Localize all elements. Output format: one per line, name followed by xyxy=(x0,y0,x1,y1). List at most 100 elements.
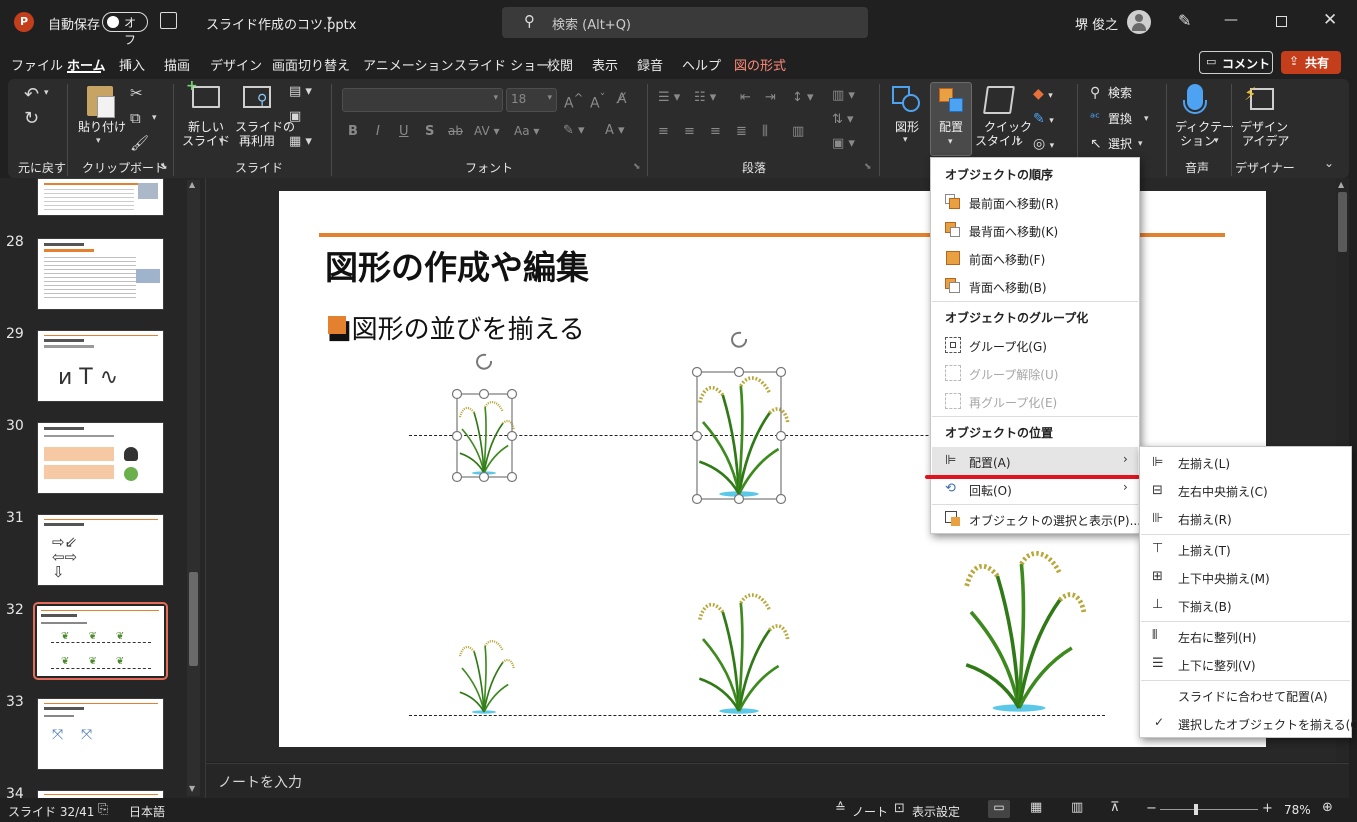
quick-styles-label-1[interactable]: クイック xyxy=(984,120,1032,135)
reuse-slide-label-1[interactable]: スライドの xyxy=(235,120,295,135)
tab-transitions[interactable]: 画面切り替え xyxy=(272,55,350,74)
display-settings[interactable]: 表示設定 xyxy=(912,803,960,820)
tab-help[interactable]: ヘルプ xyxy=(682,55,721,74)
section-icon[interactable]: ▦ ▾ xyxy=(289,134,312,149)
tab-review[interactable]: 校閲 xyxy=(547,55,573,74)
dictate-label-1[interactable]: ディクテー xyxy=(1175,120,1234,135)
find-label[interactable]: 検索 xyxy=(1108,86,1132,101)
paste-label[interactable]: 貼り付け xyxy=(78,120,126,135)
tab-design[interactable]: デザイン xyxy=(210,55,262,74)
cut-icon[interactable]: ✂ xyxy=(130,84,143,102)
arrange-button[interactable]: 配置 ▾ xyxy=(930,82,972,156)
shape-outline-icon[interactable]: ✎ ▾ xyxy=(1033,111,1054,127)
zoom-out-icon[interactable]: − xyxy=(1146,801,1157,816)
font-size-dropdown[interactable]: 18 ▾ xyxy=(506,88,557,112)
scroll-thumb[interactable] xyxy=(189,572,198,666)
bullets-icon[interactable]: ☰ ▾ xyxy=(658,90,680,105)
columns-icon[interactable]: ▥ ▾ xyxy=(832,88,855,103)
bring-forward-item[interactable]: 前面へ移動(F) xyxy=(969,251,1045,268)
align-item-highlight[interactable] xyxy=(932,447,1138,475)
slide-thumbnail-29[interactable]: ᴎ T ∿ xyxy=(37,330,164,402)
search-box[interactable]: ⚲ 検索 (Alt+Q) xyxy=(502,7,868,38)
bold-icon[interactable]: B xyxy=(348,124,358,139)
regroup-item[interactable]: 再グループ化(E) xyxy=(969,394,1057,411)
language[interactable]: 日本語 xyxy=(129,803,165,820)
design-ideas-icon[interactable]: ⚡ xyxy=(1244,84,1274,112)
columns-2-icon[interactable]: ▥ xyxy=(792,124,804,139)
paste-icon[interactable] xyxy=(87,86,115,118)
design-ideas-label-2[interactable]: アイデア xyxy=(1242,134,1289,149)
copy-dropdown-icon[interactable]: ▾ xyxy=(152,113,157,123)
slide-thumbnail-28[interactable] xyxy=(37,238,164,310)
line-spacing-icon[interactable]: ↕ ▾ xyxy=(792,90,814,105)
increase-font-icon[interactable]: A^ xyxy=(564,91,583,112)
align-left-item[interactable]: 左揃え(L) xyxy=(1178,455,1230,472)
save-icon[interactable] xyxy=(160,12,177,29)
share-button[interactable]: ⇪ 共有 xyxy=(1281,51,1341,74)
shadow-icon[interactable]: S xyxy=(425,124,434,139)
bring-to-front-item[interactable]: 最前面へ移動(R) xyxy=(969,195,1059,212)
design-ideas-label-1[interactable]: デザイン xyxy=(1240,120,1288,135)
text-direction-icon[interactable]: ⇅ ▾ xyxy=(832,112,854,127)
align-right-icon[interactable]: ≡ xyxy=(710,124,721,139)
accessibility-icon[interactable]: ⎘ xyxy=(98,802,108,817)
select-icon[interactable]: ↖ xyxy=(1090,136,1102,152)
strikethrough-icon[interactable]: ab xyxy=(448,124,463,138)
format-painter-icon[interactable]: 🖌 xyxy=(130,134,149,152)
comment-button[interactable]: ▭ コメント xyxy=(1199,51,1273,74)
scroll-up-icon[interactable]: ▲ xyxy=(1338,180,1344,189)
tab-view[interactable]: 表示 xyxy=(592,55,618,74)
scroll-up-icon[interactable]: ▲ xyxy=(189,180,195,189)
align-bottom-item[interactable]: 下揃え(B) xyxy=(1178,598,1232,615)
tab-animations[interactable]: アニメーション xyxy=(363,55,453,74)
minimize-button[interactable]: — xyxy=(1224,12,1238,28)
change-case-icon[interactable]: Aa ▾ xyxy=(514,124,539,138)
decrease-font-icon[interactable]: Aˇ xyxy=(590,91,605,112)
collapse-ribbon-icon[interactable]: ⌄ xyxy=(1324,156,1334,170)
text-align-icon[interactable]: ▣ ▾ xyxy=(832,136,855,151)
reuse-slide-icon[interactable]: ⚲ xyxy=(243,86,271,108)
slideshow-icon[interactable]: ⊼ xyxy=(1110,800,1120,815)
fit-slide-icon[interactable]: ⊕ xyxy=(1322,800,1333,815)
replace-dropdown-icon[interactable]: ▾ xyxy=(1144,114,1149,124)
new-slide-label-1[interactable]: 新しい xyxy=(188,120,224,135)
tab-record[interactable]: 録音 xyxy=(637,55,663,74)
notes-pane[interactable]: ノートを入力 xyxy=(206,763,1349,798)
quick-styles-icon[interactable] xyxy=(983,86,1015,114)
user-name[interactable]: 堺 俊之 xyxy=(1075,14,1118,33)
select-dropdown-icon[interactable]: ▾ xyxy=(1138,139,1143,149)
new-slide-icon[interactable]: + xyxy=(186,78,220,108)
slide-thumbnail-34[interactable] xyxy=(37,790,164,798)
align-right-item[interactable]: 右揃え(R) xyxy=(1178,511,1232,528)
distributed-icon[interactable]: ⫼ xyxy=(762,124,768,139)
notes-icon[interactable]: ≙ xyxy=(835,801,846,816)
slide-sorter-icon[interactable]: ▦ xyxy=(1030,800,1042,815)
tab-slideshow[interactable]: スライド ショー xyxy=(454,55,549,74)
underline-icon[interactable]: U xyxy=(399,124,409,139)
align-item[interactable]: 配置(A) xyxy=(969,454,1011,471)
zoom-level[interactable]: 78% xyxy=(1284,803,1311,817)
ungroup-item[interactable]: グループ解除(U) xyxy=(969,366,1058,383)
zoom-slider[interactable] xyxy=(1160,804,1258,815)
highlight-icon[interactable]: ✎ ▾ xyxy=(563,123,585,138)
slide-thumbnail-27[interactable] xyxy=(37,178,164,216)
normal-view-icon[interactable]: ▭ xyxy=(988,800,1010,818)
rotate-item[interactable]: 回転(O) xyxy=(969,482,1012,499)
pen-icon[interactable]: ✎ xyxy=(1178,11,1191,30)
selection-pane-item[interactable]: オブジェクトの選択と表示(P)... xyxy=(969,512,1141,529)
numbering-icon[interactable]: ☷ ▾ xyxy=(694,90,716,105)
send-backward-item[interactable]: 背面へ移動(B) xyxy=(969,279,1047,296)
undo-icon[interactable]: ↶ xyxy=(24,84,39,105)
redo-icon[interactable]: ↻ xyxy=(24,108,39,129)
char-spacing-icon[interactable]: AV ▾ xyxy=(474,124,500,138)
shapes-dropdown-icon[interactable]: ▾ xyxy=(903,135,908,145)
font-launcher-icon[interactable]: ⬊ xyxy=(633,162,641,172)
send-to-back-item[interactable]: 最背面へ移動(K) xyxy=(969,223,1058,240)
clear-format-icon[interactable]: A̸ xyxy=(617,91,627,107)
font-name-dropdown[interactable]: ▾ xyxy=(342,88,503,112)
zoom-slider-thumb[interactable] xyxy=(1194,804,1198,815)
shape-fill-icon[interactable]: ◆ ▾ xyxy=(1033,86,1053,102)
notes-toggle[interactable]: ノート xyxy=(852,803,888,820)
align-selected-objects-item[interactable]: 選択したオブジェクトを揃える(O) xyxy=(1178,716,1357,733)
distribute-vertical-item[interactable]: 上下に整列(V) xyxy=(1178,657,1256,674)
